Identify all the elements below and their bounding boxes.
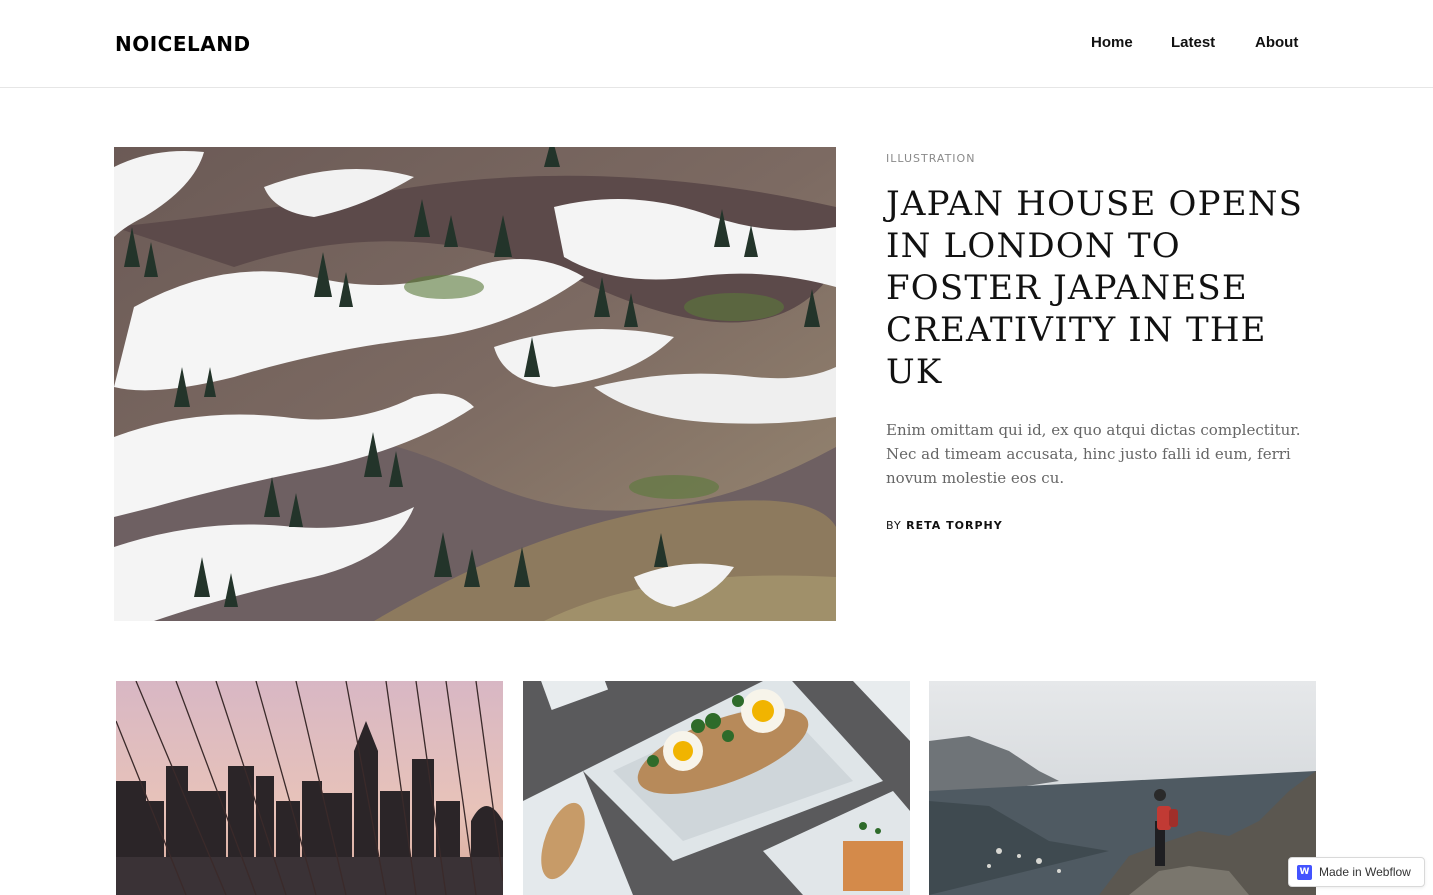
made-in-webflow-badge[interactable]: W Made in Webflow <box>1288 857 1425 887</box>
webflow-logo-icon: W <box>1297 864 1312 880</box>
post-card-image-3[interactable] <box>929 681 1316 895</box>
byline-author: RETA TORPHY <box>906 519 1003 532</box>
site-header: NOICELAND Home Latest About <box>0 0 1433 88</box>
featured-post-excerpt: Enim omittam qui id, ex quo atqui dictas… <box>886 421 1301 487</box>
nav-home-link[interactable]: Home <box>1091 33 1133 53</box>
featured-post-title[interactable]: JAPAN HOUSE OPENS IN LONDON TO FOSTER JA… <box>886 183 1316 393</box>
nav-about-link[interactable]: About <box>1255 33 1298 53</box>
featured-post-image[interactable] <box>114 147 836 621</box>
featured-byline: BY RETA TORPHY <box>886 519 1003 533</box>
post-card-image-1[interactable] <box>116 681 503 895</box>
post-card-image-2[interactable] <box>523 681 910 895</box>
nav-latest-link[interactable]: Latest <box>1171 33 1215 53</box>
badge-text: Made in Webflow <box>1319 865 1411 879</box>
main-nav: Home Latest About <box>0 33 1433 53</box>
byline-prefix: BY <box>886 519 902 532</box>
featured-category-link[interactable]: ILLUSTRATION <box>886 152 975 166</box>
